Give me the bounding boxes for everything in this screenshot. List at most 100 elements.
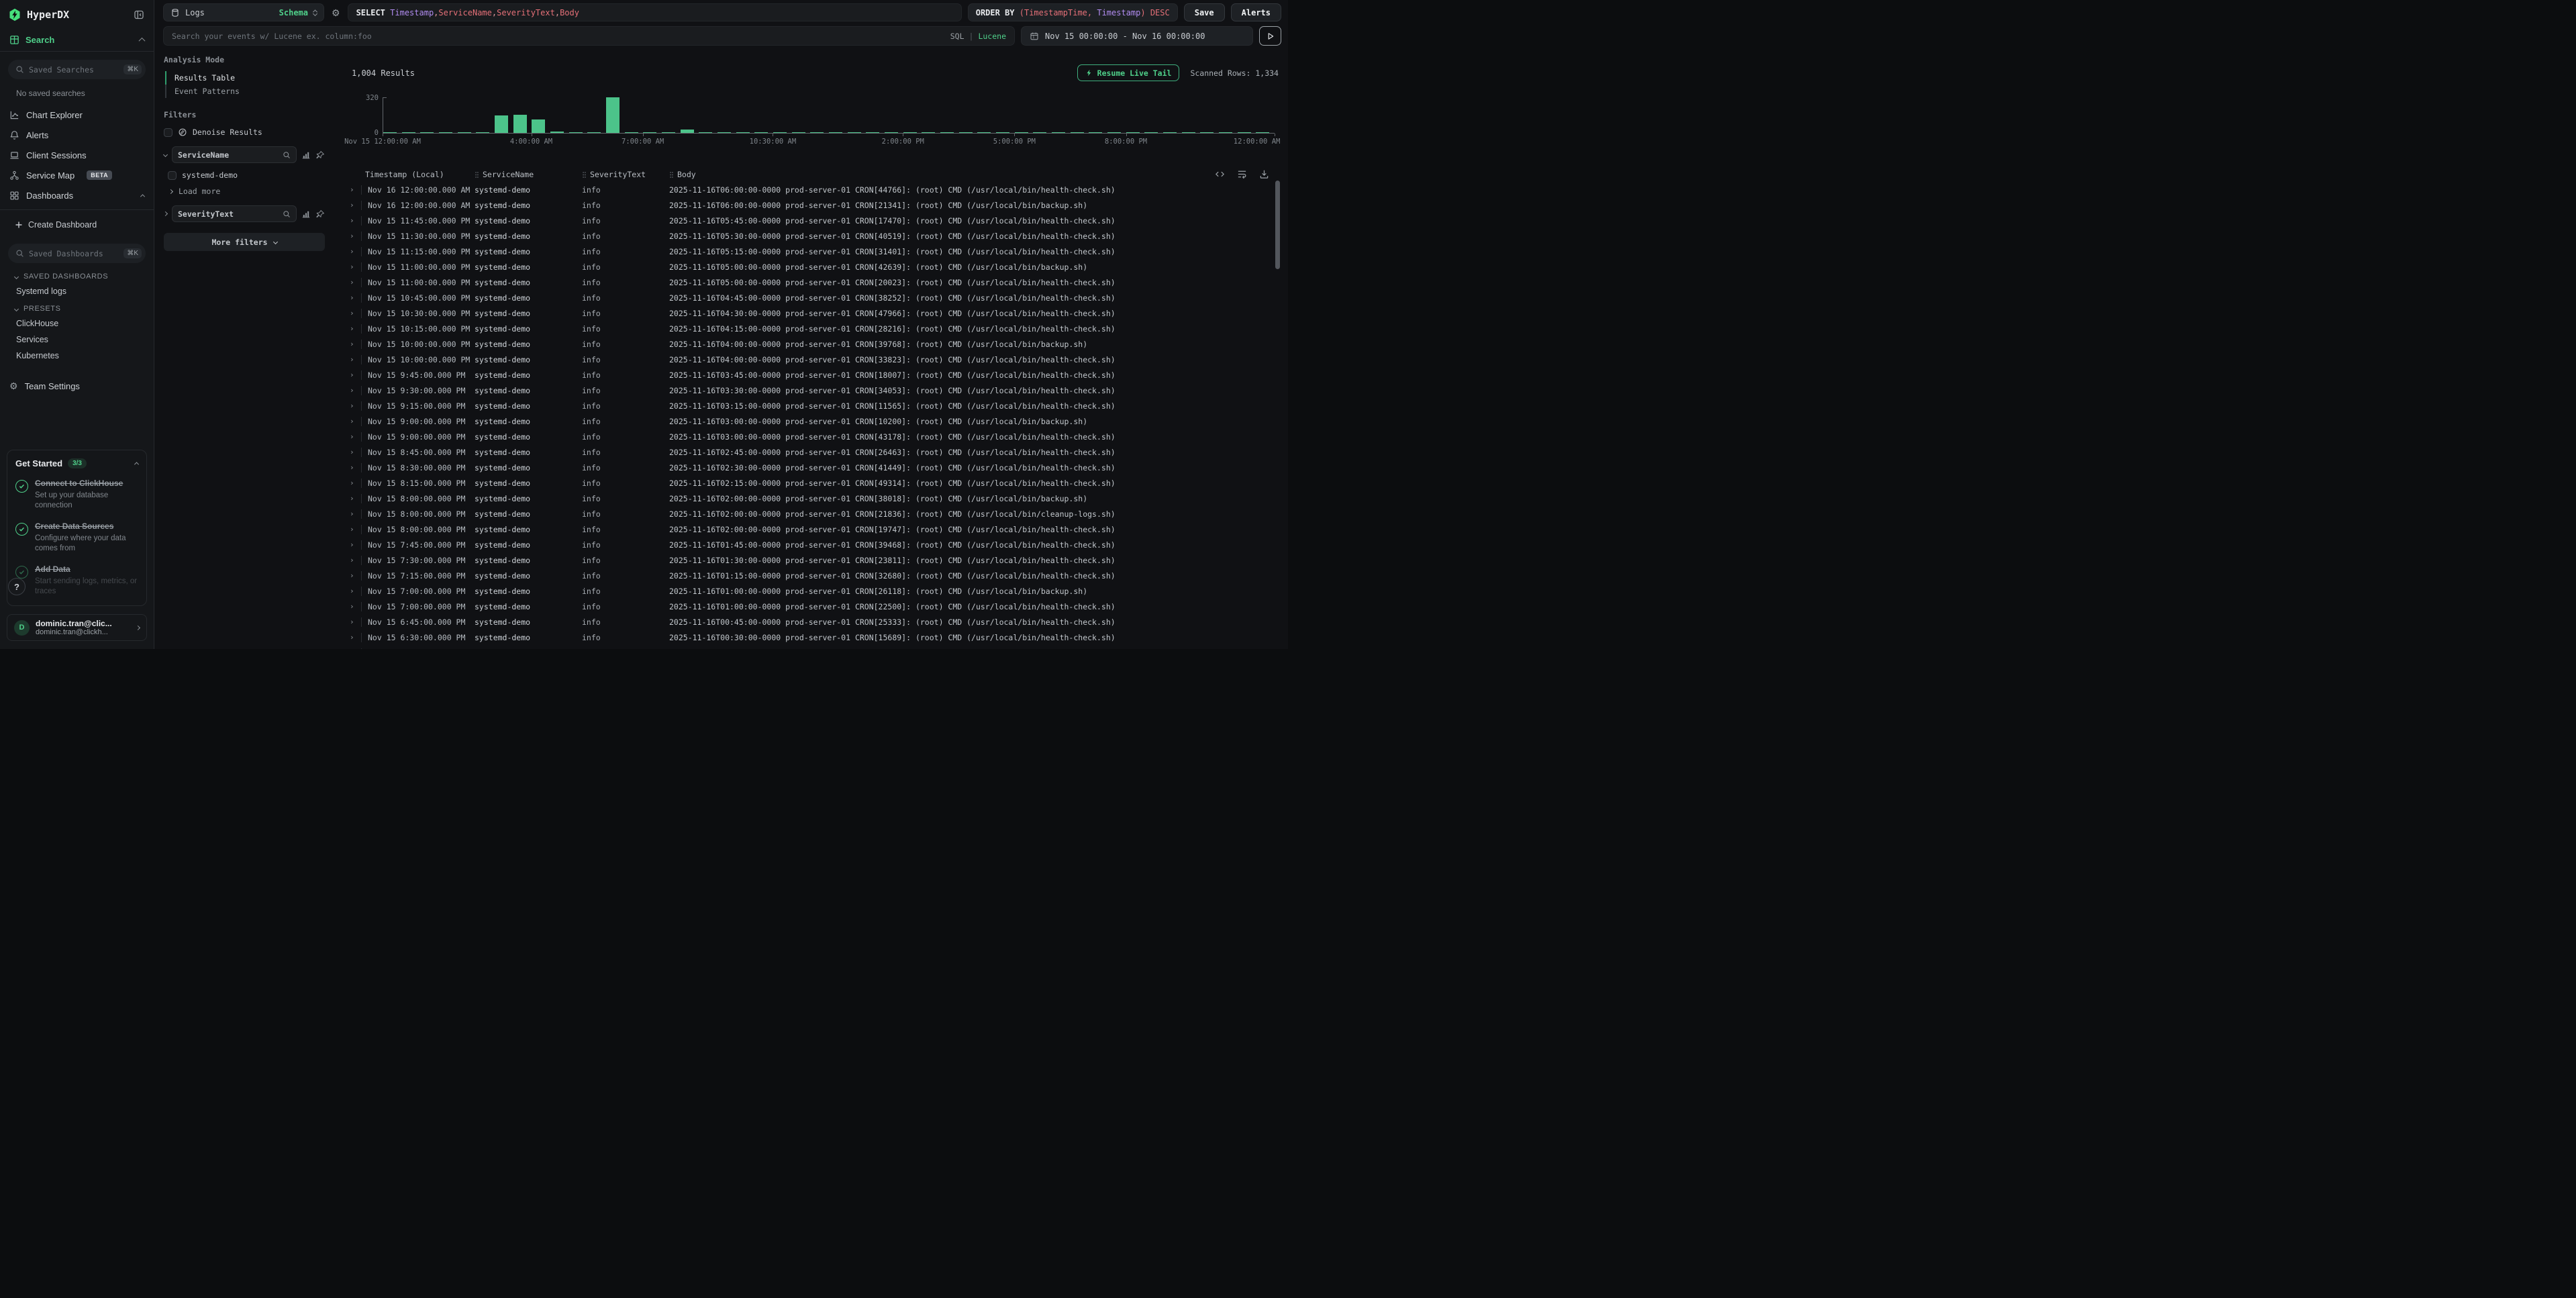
log-row[interactable]: ›Nov 15 8:15:00.000 PMsystemd-demoinfo20… [345,475,1281,491]
column-header-severitytext[interactable]: SeverityText [582,170,669,179]
presets-section-header[interactable]: PRESETS [0,299,154,315]
drag-handle-icon[interactable] [669,171,674,179]
event-search-box[interactable]: SQL | Lucene [163,26,1015,46]
facet-servicename-search[interactable]: ServiceName [172,146,297,163]
mode-results-table[interactable]: Results Table [165,71,325,85]
log-row[interactable]: ›Nov 15 6:30:00.000 PMsystemd-demoinfo20… [345,630,1281,645]
drag-handle-icon[interactable] [582,171,587,179]
log-row[interactable]: ›Nov 15 9:45:00.000 PMsystemd-demoinfo20… [345,367,1281,383]
log-row[interactable]: ›Nov 15 7:00:00.000 PMsystemd-demoinfo20… [345,583,1281,599]
download-icon[interactable] [1258,168,1271,181]
log-row[interactable]: ›Nov 15 6:15:00.000 PMsystemd-demoinfo20… [345,645,1281,649]
more-filters-button[interactable]: More filters [164,233,325,251]
pin-icon[interactable] [315,209,325,219]
help-button[interactable]: ? [8,578,26,595]
resume-live-tail-button[interactable]: Resume Live Tail [1077,64,1180,81]
log-row[interactable]: ›Nov 15 9:15:00.000 PMsystemd-demoinfo20… [345,398,1281,413]
histogram-icon[interactable] [301,150,311,160]
log-row[interactable]: ›Nov 15 7:30:00.000 PMsystemd-demoinfo20… [345,552,1281,568]
histogram-icon[interactable] [301,209,311,219]
lang-sql[interactable]: SQL [950,32,964,41]
sidebar-item-kubernetes[interactable]: Kubernetes [0,348,154,364]
log-row[interactable]: ›Nov 15 11:00:00.000 PMsystemd-demoinfo2… [345,274,1281,290]
scrollbar-thumb[interactable] [1275,181,1280,269]
select-query-input[interactable]: SELECT Timestamp,ServiceName,SeverityTex… [348,3,962,21]
source-select[interactable]: Logs Schema [163,3,324,21]
log-row[interactable]: ›Nov 15 7:45:00.000 PMsystemd-demoinfo20… [345,537,1281,552]
cell-body: 2025-11-16T02:00:00-0000 prod-server-01 … [669,494,1281,503]
code-view-icon[interactable] [1213,168,1226,181]
sidebar-item-client-sessions[interactable]: Client Sessions [0,145,154,165]
facet-value-checkbox[interactable] [168,171,177,180]
load-more-button[interactable]: Load more [169,187,325,196]
sidebar-item-team-settings[interactable]: ⚙ Team Settings [0,376,154,396]
chevron-down-icon[interactable] [163,152,168,157]
log-row[interactable]: ›Nov 15 11:30:00.000 PMsystemd-demoinfo2… [345,228,1281,244]
order-by-control[interactable]: ORDER BY (TimestampTime, Timestamp) DESC [968,3,1178,21]
denoise-results-toggle[interactable]: Denoise Results [164,128,325,137]
log-row[interactable]: ›Nov 15 10:30:00.000 PMsystemd-demoinfo2… [345,305,1281,321]
log-row[interactable]: ›Nov 15 8:00:00.000 PMsystemd-demoinfo20… [345,506,1281,521]
pin-icon[interactable] [315,150,325,160]
cell-severitytext: info [582,293,669,303]
save-button[interactable]: Save [1184,3,1225,21]
sidebar-item-dashboards[interactable]: Dashboards [0,185,154,205]
log-row[interactable]: ›Nov 15 10:00:00.000 PMsystemd-demoinfo2… [345,336,1281,352]
log-row[interactable]: ›Nov 15 7:00:00.000 PMsystemd-demoinfo20… [345,599,1281,614]
user-profile[interactable]: D dominic.tran@clic... dominic.tran@clic… [7,614,147,641]
sidebar-item-services[interactable]: Services [0,332,154,348]
denoise-checkbox[interactable] [164,128,172,137]
saved-dashboards-field[interactable] [29,249,119,258]
facet-value-systemd-demo[interactable]: systemd-demo [168,170,325,180]
query-language-toggle[interactable]: SQL | Lucene [950,32,1006,41]
sidebar-item-search[interactable]: Search [0,28,154,52]
log-row[interactable]: ›Nov 15 11:45:00.000 PMsystemd-demoinfo2… [345,213,1281,228]
chart-plot[interactable] [383,97,1275,134]
saved-dashboards-section-header[interactable]: SAVED DASHBOARDS [0,267,154,283]
sidebar-item-clickhouse[interactable]: ClickHouse [0,315,154,332]
log-row[interactable]: ›Nov 15 9:00:00.000 PMsystemd-demoinfo20… [345,429,1281,444]
lang-lucene[interactable]: Lucene [978,32,1006,41]
log-row[interactable]: ›Nov 15 11:00:00.000 PMsystemd-demoinfo2… [345,259,1281,274]
alerts-button[interactable]: Alerts [1231,3,1281,21]
chevron-up-icon[interactable] [134,462,139,466]
log-row[interactable]: ›Nov 16 12:00:00.000 AMsystemd-demoinfo2… [345,182,1281,197]
collapse-sidebar-icon[interactable] [132,8,146,21]
log-row[interactable]: ›Nov 15 8:30:00.000 PMsystemd-demoinfo20… [345,460,1281,475]
log-row[interactable]: ›Nov 15 8:45:00.000 PMsystemd-demoinfo20… [345,444,1281,460]
log-row[interactable]: ›Nov 15 7:15:00.000 PMsystemd-demoinfo20… [345,568,1281,583]
log-row[interactable]: ›Nov 15 10:00:00.000 PMsystemd-demoinfo2… [345,352,1281,367]
log-row[interactable]: ›Nov 15 8:00:00.000 PMsystemd-demoinfo20… [345,491,1281,506]
log-row[interactable]: ›Nov 15 9:00:00.000 PMsystemd-demoinfo20… [345,413,1281,429]
run-query-button[interactable] [1259,26,1281,46]
facet-severitytext-search[interactable]: SeverityText [172,205,297,222]
mode-event-patterns[interactable]: Event Patterns [165,85,325,98]
column-header-body[interactable]: Body [669,170,1221,179]
log-row[interactable]: ›Nov 15 9:30:00.000 PMsystemd-demoinfo20… [345,383,1281,398]
get-started-item[interactable]: Connect to ClickHouse Set up your databa… [15,477,138,511]
wrap-text-icon[interactable] [1236,168,1248,181]
sidebar-item-chart-explorer[interactable]: Chart Explorer [0,105,154,125]
saved-searches-input[interactable]: ⌘K [8,60,146,79]
log-row[interactable]: ›Nov 15 10:15:00.000 PMsystemd-demoinfo2… [345,321,1281,336]
column-header-servicename[interactable]: ServiceName [475,170,582,179]
saved-searches-field[interactable] [29,65,119,74]
chevron-right-icon[interactable] [163,211,168,216]
get-started-item[interactable]: Create Data Sources Configure where your… [15,520,138,554]
sidebar-item-alerts[interactable]: Alerts [0,125,154,145]
log-row[interactable]: ›Nov 15 8:00:00.000 PMsystemd-demoinfo20… [345,521,1281,537]
column-header-timestamp[interactable]: Timestamp (Local) [365,170,475,179]
sidebar-item-service-map[interactable]: Service Map BETA [0,165,154,185]
log-row[interactable]: ›Nov 15 10:45:00.000 PMsystemd-demoinfo2… [345,290,1281,305]
log-row[interactable]: ›Nov 15 6:45:00.000 PMsystemd-demoinfo20… [345,614,1281,630]
get-started-item[interactable]: Add Data Start sending logs, metrics, or… [15,563,138,597]
create-dashboard-button[interactable]: Create Dashboard [0,214,154,236]
log-row[interactable]: ›Nov 15 11:15:00.000 PMsystemd-demoinfo2… [345,244,1281,259]
drag-handle-icon[interactable] [475,171,479,179]
date-range-picker[interactable]: 1 Nov 15 00:00:00 - Nov 16 00:00:00 [1021,26,1253,46]
sidebar-item-systemd-logs[interactable]: Systemd logs [0,283,154,299]
event-search-input[interactable] [172,32,944,41]
log-row[interactable]: ›Nov 16 12:00:00.000 AMsystemd-demoinfo2… [345,197,1281,213]
saved-dashboards-input[interactable]: ⌘K [8,244,146,263]
source-settings-gear-icon[interactable]: ⚙ [330,3,342,21]
